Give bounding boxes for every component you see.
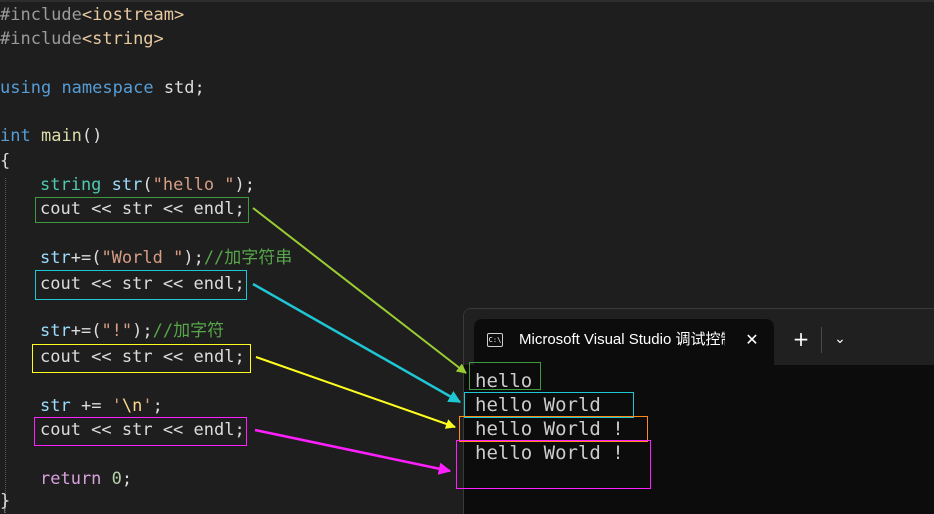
output-box-cyan [464, 392, 634, 418]
code-line-1[interactable]: #include<iostream> [0, 3, 184, 27]
console-app-icon: C:\ [487, 333, 503, 347]
indent-guide [5, 178, 6, 513]
highlight-box-yellow [32, 344, 251, 373]
code-line-21[interactable]: } [0, 489, 10, 513]
code-line-11[interactable]: str+=("World ");//加字符串 [40, 246, 292, 270]
code-line-6[interactable]: int main() [0, 124, 102, 148]
highlight-box-green [35, 197, 249, 223]
close-icon[interactable]: ✕ [740, 328, 764, 352]
output-box-orange [459, 416, 648, 442]
terminal-tab-title: Microsoft Visual Studio 调试控制台 [519, 331, 725, 348]
code-line-14[interactable]: str+=("!");//加字符 [40, 319, 224, 343]
code-line-4[interactable]: using namespace std; [0, 76, 205, 100]
code-line-8[interactable]: string str("hello "); [40, 173, 255, 197]
code-line-7[interactable]: { [0, 149, 10, 173]
terminal-tab-bar: C:\ Microsoft Visual Studio 调试控制台 ✕ + ⌄ [464, 309, 934, 365]
tab-separator [821, 327, 822, 353]
highlight-box-magenta [34, 417, 247, 446]
terminal-tab[interactable]: C:\ Microsoft Visual Studio 调试控制台 ✕ [474, 319, 774, 365]
chevron-down-icon[interactable]: ⌄ [828, 327, 852, 351]
highlight-box-cyan [35, 270, 247, 300]
editor-top-border [0, 0, 934, 2]
code-line-17[interactable]: str += '\n'; [40, 394, 163, 418]
output-box-magenta [456, 440, 651, 489]
code-line-2[interactable]: #include<string> [0, 27, 164, 51]
code-line-20[interactable]: return 0; [40, 467, 132, 491]
new-tab-button[interactable]: + [789, 327, 813, 351]
output-box-green [469, 362, 541, 390]
